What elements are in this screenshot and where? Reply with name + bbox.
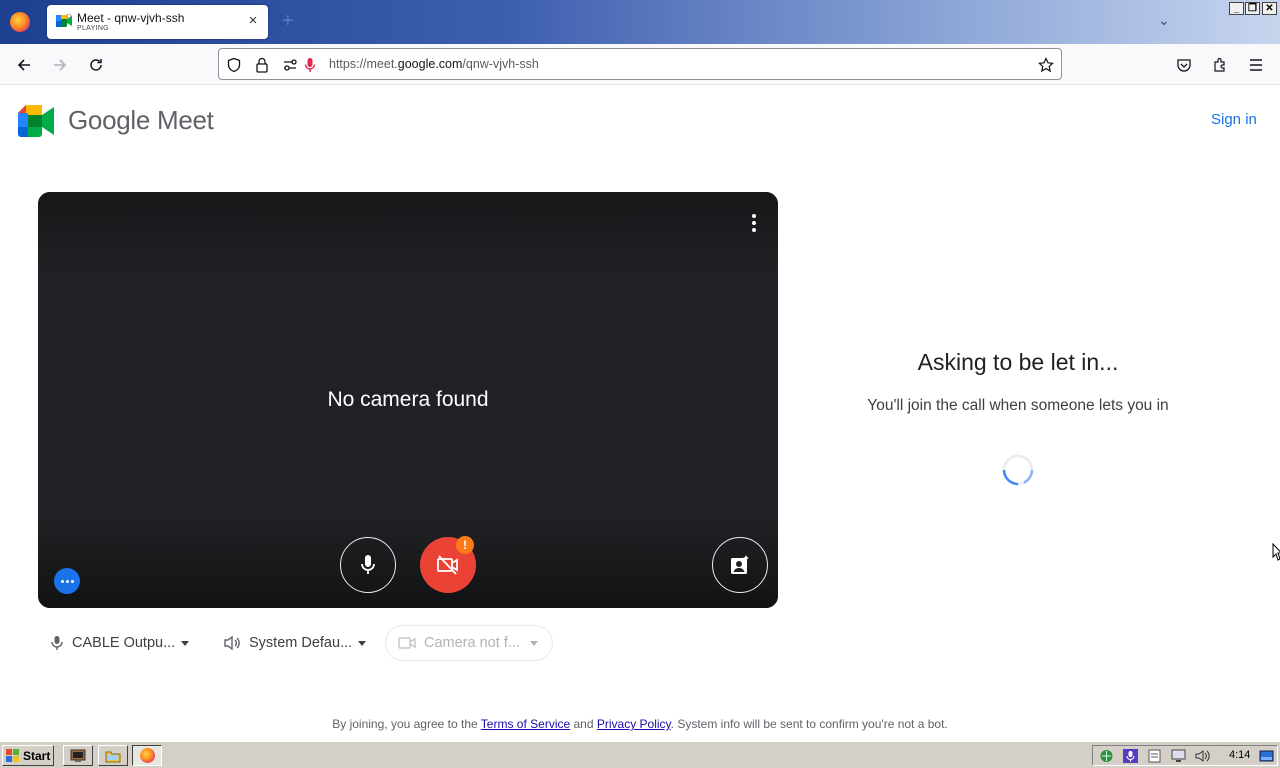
- speaker-select[interactable]: System Defau...: [223, 625, 367, 661]
- microphone-select-label: CABLE Outpu...: [72, 635, 176, 651]
- system-tray: 4:14: [1092, 745, 1278, 766]
- terminal-icon: [70, 749, 86, 762]
- camera-icon: [398, 637, 416, 649]
- firefox-icon[interactable]: [10, 12, 30, 32]
- show-desktop-icon[interactable]: [1259, 749, 1274, 763]
- bookmark-star-icon[interactable]: [1037, 56, 1055, 74]
- microphone-toggle-button[interactable]: [340, 537, 396, 593]
- google-meet-logo-icon: [18, 105, 54, 137]
- restore-button[interactable]: ❐: [1245, 2, 1260, 15]
- terms-of-service-link[interactable]: Terms of Service: [481, 717, 570, 731]
- more-options-icon[interactable]: [746, 212, 762, 234]
- sign-in-link[interactable]: Sign in: [1211, 111, 1257, 128]
- asking-subtitle: You'll join the call when someone lets y…: [867, 397, 1169, 414]
- new-tab-button[interactable]: +: [282, 11, 294, 31]
- minimize-button[interactable]: _: [1229, 2, 1244, 15]
- camera-select-label: Camera not f...: [424, 635, 520, 651]
- camera-warning-badge[interactable]: !: [456, 536, 474, 554]
- camera-select[interactable]: Camera not f...: [385, 625, 553, 661]
- pocket-button[interactable]: [1171, 52, 1197, 78]
- privacy-policy-link[interactable]: Privacy Policy: [597, 717, 671, 731]
- more-actions-icon[interactable]: [54, 568, 80, 594]
- asking-title: Asking to be let in...: [917, 349, 1119, 375]
- no-camera-message: No camera found: [327, 388, 489, 411]
- video-top-gradient: [38, 192, 778, 272]
- visual-effects-icon: [731, 555, 749, 574]
- taskbar-clock: 4:14: [1229, 749, 1251, 761]
- shield-icon[interactable]: [225, 56, 243, 74]
- pocket-icon: [1177, 59, 1191, 72]
- display-icon[interactable]: [1171, 749, 1186, 763]
- camera-off-icon: [437, 555, 458, 575]
- list-tabs-chevron-icon[interactable]: ⌄: [1158, 12, 1170, 29]
- back-button[interactable]: [11, 52, 37, 78]
- puzzle-icon: [1214, 57, 1225, 72]
- folder-icon: [105, 751, 121, 762]
- firefox-icon: [139, 748, 155, 763]
- microphone-active-icon[interactable]: [301, 56, 319, 74]
- tab-close-icon[interactable]: ×: [245, 13, 261, 29]
- microphone-tray-icon[interactable]: [1123, 749, 1138, 763]
- extensions-button[interactable]: [1207, 52, 1233, 78]
- browser-tab-meet[interactable]: Meet - qnw-vjvh-ssh PLAYING ×: [47, 5, 268, 39]
- taskbar-app-firefox[interactable]: [132, 745, 162, 766]
- mouse-cursor-icon: [1272, 543, 1280, 561]
- video-preview: No camera found !: [38, 192, 778, 608]
- browser-toolbar: https://meet.google.com/qnw-vjvh-ssh: [0, 44, 1280, 85]
- forward-arrow-icon: [54, 59, 67, 71]
- forward-button[interactable]: [47, 52, 73, 78]
- network-icon[interactable]: [1099, 749, 1114, 763]
- url-text: https://meet.google.com/qnw-vjvh-ssh: [329, 57, 539, 71]
- taskbar-app-files[interactable]: [98, 745, 128, 766]
- video-bottom-gradient: [38, 518, 778, 608]
- windows-logo-icon: [6, 749, 19, 762]
- meet-tab-icon: [56, 14, 72, 27]
- clipboard-icon[interactable]: [1147, 749, 1162, 763]
- start-button[interactable]: Start: [2, 745, 54, 766]
- permissions-icon[interactable]: [281, 56, 299, 74]
- meet-page: Google Meet Sign in No camera found ! CA…: [0, 85, 1280, 741]
- speaker-select-label: System Defau...: [249, 635, 353, 651]
- hamburger-menu-icon: [1250, 59, 1262, 71]
- tab-playing-label: PLAYING: [77, 25, 109, 32]
- loading-spinner-icon: [1002, 454, 1034, 486]
- visual-effects-button[interactable]: [712, 537, 768, 593]
- chevron-down-icon: [358, 640, 367, 646]
- browser-titlebar: Meet - qnw-vjvh-ssh PLAYING × + ⌄ _ ❐ ✕: [0, 0, 1280, 44]
- taskbar-app-terminal[interactable]: [63, 745, 93, 766]
- microphone-icon: [51, 636, 63, 650]
- reload-icon: [90, 59, 102, 71]
- google-meet-wordmark: Google Meet: [68, 105, 214, 135]
- volume-icon[interactable]: [1195, 749, 1210, 763]
- address-bar[interactable]: https://meet.google.com/qnw-vjvh-ssh: [218, 48, 1062, 80]
- chevron-down-icon: [529, 640, 538, 646]
- microphone-icon: [361, 555, 375, 574]
- terms-footer: By joining, you agree to the Terms of Se…: [332, 717, 948, 731]
- speaker-icon: [224, 635, 240, 651]
- tab-title: Meet - qnw-vjvh-ssh: [77, 11, 185, 25]
- app-menu-button[interactable]: [1243, 52, 1269, 78]
- chevron-down-icon: [181, 640, 190, 646]
- close-window-button[interactable]: ✕: [1262, 2, 1277, 15]
- microphone-select[interactable]: CABLE Outpu...: [50, 625, 190, 661]
- reload-button[interactable]: [83, 52, 109, 78]
- start-label: Start: [23, 748, 51, 763]
- back-arrow-icon: [17, 59, 30, 71]
- taskbar: Start 4:14: [0, 741, 1280, 768]
- lock-icon[interactable]: [253, 56, 271, 74]
